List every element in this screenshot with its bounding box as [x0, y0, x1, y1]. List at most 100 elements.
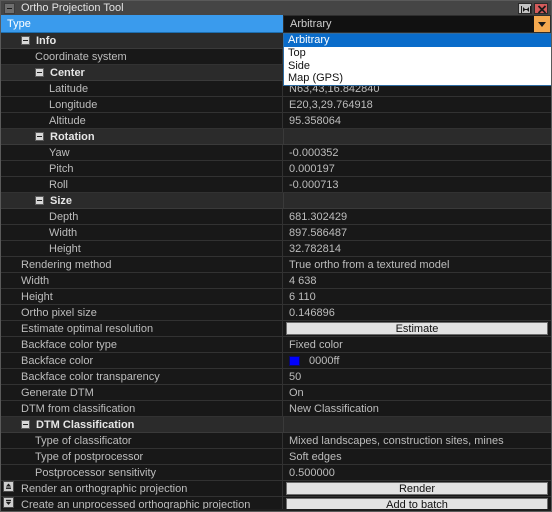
dropdown-option[interactable]: Map (GPS) — [284, 72, 551, 85]
property-row[interactable]: Altitude 95.358064 — [1, 113, 551, 129]
property-value-cell[interactable]: 681.302429 — [283, 209, 551, 225]
property-row[interactable]: Rendering method True ortho from a textur… — [1, 257, 551, 273]
property-value-cell[interactable]: 0000ff — [283, 353, 551, 369]
property-name-label: Type of postprocessor — [35, 450, 144, 463]
property-name-cell: Pitch — [1, 161, 283, 177]
property-row[interactable]: Type of classificator Mixed landscapes, c… — [1, 433, 551, 449]
property-value-cell[interactable]: 50 — [283, 369, 551, 385]
property-row[interactable]: Postprocessor sensitivity 0.500000 — [1, 465, 551, 481]
property-value-cell — [283, 417, 551, 433]
collapse-minus-icon[interactable] — [35, 68, 44, 77]
dropdown-option[interactable]: Side — [284, 60, 551, 73]
property-grid: Info Coordinate system Center Latitude N63,4… — [1, 33, 551, 511]
collapse-minus-icon[interactable] — [21, 36, 30, 45]
property-value-cell[interactable]: 0.000197 — [283, 161, 551, 177]
property-name-label: Postprocessor sensitivity — [35, 466, 157, 479]
property-value-cell[interactable]: New Classification — [283, 401, 551, 417]
window-titlebar: Ortho Projection Tool — [1, 1, 551, 15]
property-name-label: DTM Classification — [36, 418, 135, 431]
property-row[interactable]: Backface color transparency 50 — [1, 369, 551, 385]
property-name-cell: Backface color — [1, 353, 283, 369]
property-value-cell[interactable]: 32.782814 — [283, 241, 551, 257]
property-value-cell[interactable]: 897.586487 — [283, 225, 551, 241]
property-row[interactable]: Yaw -0.000352 — [1, 145, 551, 161]
scroll-down-glyph — [6, 499, 11, 505]
property-row[interactable]: Generate DTM On — [1, 385, 551, 401]
action-button[interactable]: Render — [286, 482, 548, 495]
property-name-label: Render an orthographic projection — [21, 482, 188, 495]
property-row[interactable]: Backface color 0000ff — [1, 353, 551, 369]
property-value-label: Fixed color — [289, 338, 343, 351]
scroll-down-icon[interactable] — [3, 497, 14, 508]
property-name-cell: Generate DTM — [1, 385, 283, 401]
property-value-cell[interactable]: -0.000352 — [283, 145, 551, 161]
property-row[interactable]: Roll -0.000713 — [1, 177, 551, 193]
property-value-cell[interactable]: True ortho from a textured model — [283, 257, 551, 273]
property-row[interactable]: Type of postprocessor Soft edges — [1, 449, 551, 465]
property-row[interactable]: Width 4 638 — [1, 273, 551, 289]
collapse-minus-icon[interactable] — [35, 196, 44, 205]
type-combobox-value: Arbitrary — [290, 18, 332, 30]
property-name-label: Width — [21, 274, 50, 287]
property-value-cell[interactable]: Mixed landscapes, construction sites, mi… — [283, 433, 551, 449]
property-value-label: New Classification — [289, 402, 379, 415]
property-name-label: Height — [49, 242, 81, 255]
property-value-label: 50 — [289, 370, 302, 383]
property-group-row[interactable]: DTM Classification — [1, 417, 551, 433]
property-value-cell[interactable]: Soft edges — [283, 449, 551, 465]
minimize-icon[interactable] — [4, 2, 15, 14]
property-name-label: Backface color — [21, 354, 94, 367]
property-value-label: True ortho from a textured model — [289, 258, 450, 271]
property-value-cell[interactable]: 4 638 — [283, 273, 551, 289]
property-value-cell[interactable]: Estimate — [283, 321, 551, 337]
property-value-cell[interactable]: 0.146896 — [283, 305, 551, 321]
property-row[interactable]: Height 6 110 — [1, 289, 551, 305]
scroll-up-icon[interactable] — [3, 481, 14, 492]
property-name-cell: Roll — [1, 177, 283, 193]
property-name-cell: Depth — [1, 209, 283, 225]
property-value-cell[interactable]: 95.358064 — [283, 113, 551, 129]
property-value-label: 897.586487 — [289, 226, 348, 239]
property-name-label: Backface color type — [21, 338, 117, 351]
property-row[interactable]: Depth 681.302429 — [1, 209, 551, 225]
property-name-label: Pitch — [49, 162, 74, 175]
property-value-cell[interactable]: On — [283, 385, 551, 401]
property-value-cell[interactable]: -0.000713 — [283, 177, 551, 193]
property-value-cell[interactable]: Fixed color — [283, 337, 551, 353]
color-swatch[interactable] — [289, 355, 300, 366]
close-glyph — [537, 4, 547, 14]
property-group-row[interactable]: Size — [1, 193, 551, 209]
property-row[interactable]: Pitch 0.000197 — [1, 161, 551, 177]
type-combobox[interactable]: Arbitrary — [283, 15, 551, 33]
property-value-cell — [283, 129, 551, 145]
undock-icon[interactable] — [518, 2, 532, 14]
property-name-label: Rotation — [50, 130, 95, 143]
property-row[interactable]: DTM from classification New Classificatio… — [1, 401, 551, 417]
property-value-cell[interactable]: 6 110 — [283, 289, 551, 305]
property-name-label: Center — [50, 66, 85, 79]
property-name-cell: Width — [1, 225, 283, 241]
property-row[interactable]: Longitude E20,3,29.764918 — [1, 97, 551, 113]
property-row[interactable]: Ortho pixel size 0.146896 — [1, 305, 551, 321]
property-row[interactable]: Backface color type Fixed color — [1, 337, 551, 353]
property-value-label: 0.000197 — [289, 162, 335, 175]
property-row[interactable]: Render an orthographic projection Render — [1, 481, 551, 497]
property-value-cell[interactable]: Render — [283, 481, 551, 497]
property-row[interactable]: Width 897.586487 — [1, 225, 551, 241]
dropdown-option[interactable]: Arbitrary — [284, 34, 551, 47]
chevron-down-icon[interactable] — [534, 16, 550, 32]
property-row[interactable]: Height 32.782814 — [1, 241, 551, 257]
type-dropdown-list[interactable]: Arbitrary Top Side Map (GPS) — [283, 33, 551, 87]
collapse-minus-icon[interactable] — [21, 420, 30, 429]
property-name-cell: Longitude — [1, 97, 283, 113]
property-value-cell[interactable]: E20,3,29.764918 — [283, 97, 551, 113]
property-group-row[interactable]: Rotation — [1, 129, 551, 145]
property-row[interactable]: Estimate optimal resolution Estimate — [1, 321, 551, 337]
window-bottom-edge — [1, 509, 551, 511]
collapse-minus-icon[interactable] — [35, 132, 44, 141]
close-icon[interactable] — [534, 2, 548, 14]
property-name-cell: Height — [1, 289, 283, 305]
dropdown-option[interactable]: Top — [284, 47, 551, 60]
action-button[interactable]: Estimate — [286, 322, 548, 335]
property-value-cell[interactable]: 0.500000 — [283, 465, 551, 481]
